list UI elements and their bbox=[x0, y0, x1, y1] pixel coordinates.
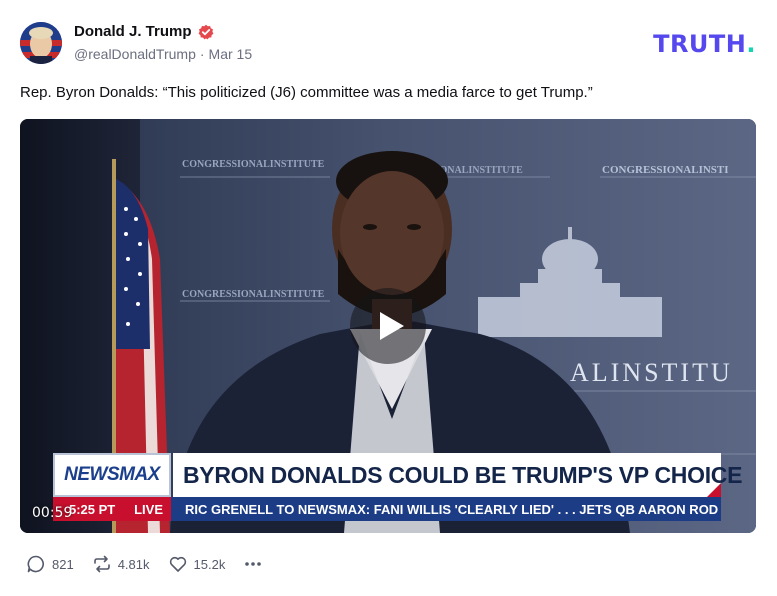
svg-text:CONGRESSIONALINSTI: CONGRESSIONALINSTI bbox=[602, 164, 729, 176]
meta-row: @realDonaldTrump · Mar 15 bbox=[74, 46, 252, 62]
news-headline: BYRON DONALDS COULD BE TRUMP'S VP CHOICE bbox=[183, 461, 743, 488]
post-card: Donald J. Trump @realDonaldTrump · Mar 1… bbox=[0, 0, 777, 596]
more-dots-icon bbox=[245, 562, 262, 566]
news-lower-third: NEWSMAX BYRON DONALDS COULD BE TRUMP'S V… bbox=[53, 453, 742, 525]
red-corner-accent bbox=[707, 483, 721, 497]
post-date[interactable]: Mar 15 bbox=[209, 46, 253, 62]
svg-text:CONGRESSIONALINSTITUTE: CONGRESSIONALINSTITUTE bbox=[182, 159, 325, 170]
svg-text:CONGRESSIONALINSTITUTE: CONGRESSIONALINSTITUTE bbox=[182, 289, 325, 300]
network-logo-box: NEWSMAX bbox=[53, 453, 171, 497]
headline-box: BYRON DONALDS COULD BE TRUMP'S VP CHOICE bbox=[173, 453, 742, 497]
reply-count: 821 bbox=[52, 556, 74, 572]
video-player[interactable]: CONGRESSIONALINSTITUTE SIONALINSTITUTE C… bbox=[20, 119, 756, 533]
broadcast-time: 5:25 PT bbox=[69, 501, 116, 517]
retruth-count: 4.81k bbox=[117, 556, 150, 572]
avatar[interactable] bbox=[20, 22, 62, 64]
post-text: Rep. Byron Donalds: “This politicized (J… bbox=[20, 84, 593, 101]
action-bar: 821 4.81k 15.2k bbox=[26, 554, 263, 574]
handle[interactable]: @realDonaldTrump bbox=[74, 46, 196, 62]
heart-icon bbox=[169, 556, 186, 572]
svg-text:ALINSTITU: ALINSTITU bbox=[570, 358, 733, 387]
reply-icon bbox=[27, 555, 44, 573]
truth-logo[interactable]: TRUTH. bbox=[653, 30, 756, 58]
live-label: LIVE bbox=[134, 501, 163, 517]
video-duration: 00:59 bbox=[32, 505, 73, 521]
logo-text: TRUTH bbox=[653, 30, 747, 58]
like-count: 15.2k bbox=[193, 556, 226, 572]
reply-button[interactable]: 821 bbox=[26, 554, 74, 574]
play-icon bbox=[379, 312, 404, 340]
retruth-icon bbox=[93, 555, 110, 573]
like-button[interactable]: 15.2k bbox=[168, 554, 226, 574]
verified-badge-icon bbox=[198, 24, 213, 39]
more-options-button[interactable] bbox=[243, 554, 263, 574]
name-row: Donald J. Trump bbox=[74, 23, 214, 40]
ticker-text: RIC GRENELL TO NEWSMAX: FANI WILLIS 'CLE… bbox=[185, 501, 719, 517]
network-logo: NEWSMAX bbox=[64, 464, 160, 485]
play-button[interactable] bbox=[350, 288, 426, 364]
display-name[interactable]: Donald J. Trump bbox=[74, 23, 192, 40]
meta-separator: · bbox=[199, 46, 205, 62]
logo-dot: . bbox=[746, 30, 756, 58]
news-ticker: 5:25 PT LIVE RIC GRENELL TO NEWSMAX: FAN… bbox=[53, 497, 721, 521]
retruth-button[interactable]: 4.81k bbox=[92, 554, 150, 574]
avatar-image bbox=[20, 22, 62, 64]
